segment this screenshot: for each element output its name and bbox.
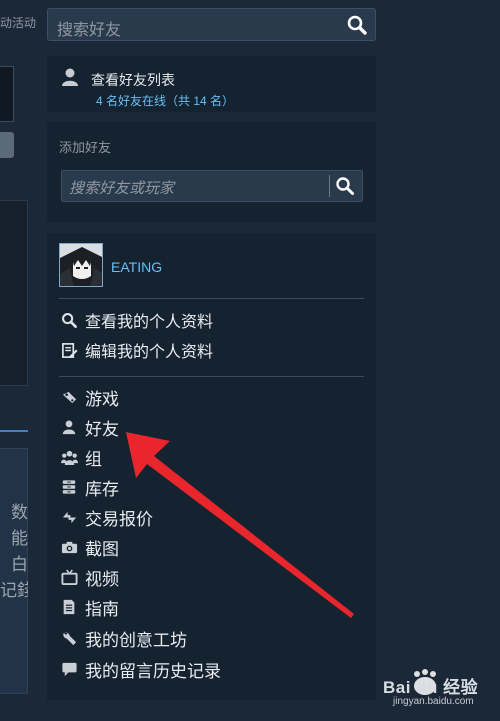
menu-item-label: 游戏 (85, 389, 119, 409)
menu-videos[interactable]: 视频 (59, 565, 119, 589)
search-icon[interactable] (346, 14, 368, 36)
search-placeholder: 搜索好友 (57, 22, 122, 39)
left-text-snippet: 数 能 白 记錢 (0, 500, 28, 604)
menu-item-label: 好友 (85, 419, 119, 439)
search-separator (329, 175, 330, 197)
left-snippet-line: 记錢 (0, 581, 28, 600)
menu-guides[interactable]: 指南 (59, 595, 119, 619)
watermark-brand: Bai du 经验 (383, 678, 479, 697)
camera-icon (59, 537, 79, 557)
guide-icon (59, 597, 79, 617)
avatar-image (60, 244, 102, 286)
menu-comment-history[interactable]: 我的留言历史记录 (59, 657, 221, 681)
friend-player-search-input[interactable]: 搜索好友或玩家 (61, 170, 363, 202)
friend-search-input[interactable]: 搜索好友 (47, 8, 376, 41)
view-my-profile-link[interactable]: 查看我的个人资料 (59, 308, 213, 332)
video-icon (59, 567, 79, 587)
add-friend-panel: 添加好友 搜索好友或玩家 (47, 122, 376, 222)
person-icon (62, 68, 78, 86)
left-snippet-line: 能 (11, 529, 28, 548)
menu-item-label: 我的创意工坊 (85, 630, 187, 650)
group-icon (59, 447, 79, 467)
activity-label: 动活动 (0, 16, 37, 30)
menu-groups[interactable]: 组 (59, 445, 102, 469)
inventory-icon (59, 477, 79, 497)
edit-icon (59, 340, 79, 360)
left-snippet-line: 白 (11, 555, 28, 574)
left-partial-button[interactable] (0, 132, 14, 158)
menu-item-label: 查看我的个人资料 (85, 314, 214, 331)
view-friends-list-link[interactable]: 查看好友列表 (91, 70, 175, 90)
menu-friends[interactable]: 好友 (59, 415, 119, 439)
menu-workshop[interactable]: 我的创意工坊 (59, 626, 187, 650)
avatar[interactable] (59, 243, 103, 287)
add-friend-label: 添加好友 (59, 140, 112, 155)
menu-divider (59, 298, 364, 299)
person-icon (59, 417, 79, 437)
menu-item-label: 组 (85, 449, 102, 469)
left-content-box (0, 200, 28, 386)
page: 动活动 数 能 白 记錢 搜索好友 查看好友列表 4 名好友在线（共 14 名）… (0, 0, 500, 721)
trade-icon (59, 507, 79, 527)
profile-menu-panel: EATING 查看我的个人资料 编辑我的个人资料 游戏 好友 组 库存 交易报价… (47, 233, 376, 700)
search-placeholder: 搜索好友或玩家 (69, 180, 175, 197)
menu-item-label: 指南 (85, 599, 119, 619)
friends-online-status: 4 名好友在线（共 14 名） (96, 94, 235, 108)
left-partial-column: 动活动 数 能 白 记錢 (0, 0, 36, 721)
menu-item-label: 编辑我的个人资料 (85, 344, 214, 361)
edit-my-profile-link[interactable]: 编辑我的个人资料 (59, 338, 213, 362)
search-icon (59, 310, 79, 330)
search-icon[interactable] (335, 176, 355, 196)
menu-item-label: 交易报价 (85, 509, 153, 529)
menu-trade-offers[interactable]: 交易报价 (59, 505, 153, 529)
menu-divider (59, 376, 364, 377)
menu-inventory[interactable]: 库存 (59, 475, 119, 499)
menu-games[interactable]: 游戏 (59, 385, 119, 409)
left-panel-box (0, 66, 14, 122)
game-icon (59, 387, 79, 407)
friends-list-panel[interactable]: 查看好友列表 4 名好友在线（共 14 名） (47, 56, 376, 112)
left-tab-underline (0, 430, 28, 432)
left-snippet-line: 数 (11, 503, 28, 522)
username-link[interactable]: EATING (111, 259, 162, 275)
wrench-icon (59, 628, 79, 648)
menu-item-label: 库存 (85, 479, 119, 499)
menu-item-label: 视频 (85, 569, 119, 589)
comment-icon (59, 659, 79, 679)
menu-item-label: 我的留言历史记录 (85, 661, 221, 681)
menu-screenshots[interactable]: 截图 (59, 535, 119, 559)
menu-item-label: 截图 (85, 539, 119, 559)
watermark-url: jingyan.baidu.com (393, 696, 474, 707)
